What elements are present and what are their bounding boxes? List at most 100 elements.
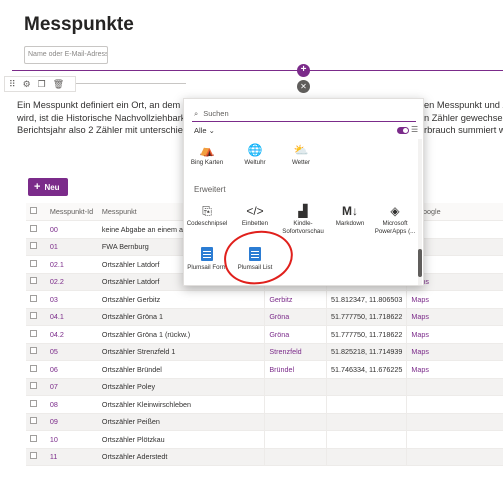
cell-id[interactable]: 00 xyxy=(45,220,98,239)
table-row[interactable]: 03 Ortszähler Gerbitz Gerbitz 51.812347, 11… xyxy=(26,290,503,309)
webpart-picker-panel: ⌕ Suchen Alle ⌄ ☰ ⛺ Bing Karten 🌐 Weltuh… xyxy=(183,98,424,286)
row-checkbox[interactable] xyxy=(26,273,46,291)
cell-maps-link[interactable]: Maps xyxy=(406,325,503,344)
tile-markdown[interactable]: M↓ Markdown xyxy=(327,203,373,228)
cell-messpunkt: Ortszähler Gröna 1 (rückw.) xyxy=(97,325,265,344)
intro-text-right: en Messpunkt und Za n Zähler gewechse rb… xyxy=(424,99,503,137)
row-checkbox[interactable] xyxy=(26,325,46,344)
table-row[interactable]: 10 Ortszähler Plötzkau xyxy=(26,430,503,449)
cell-coordinates xyxy=(325,395,407,414)
table-row[interactable]: 04.2 Ortszähler Gröna 1 (rückw.) Gröna 51.7… xyxy=(26,325,503,344)
table-row[interactable]: 08 Ortszähler Kleinwirschleben xyxy=(26,395,503,414)
delete-icon[interactable]: 🗑 xyxy=(53,79,64,90)
row-checkbox[interactable] xyxy=(26,360,46,379)
table-row[interactable]: 07 Ortszähler Poley xyxy=(26,378,503,396)
cell-ort[interactable]: Gröna xyxy=(264,308,327,326)
cell-maps-link[interactable] xyxy=(406,413,503,431)
cell-ort[interactable] xyxy=(264,430,327,449)
tile-bing-maps[interactable]: ⛺ Bing Karten xyxy=(184,142,230,167)
edit-settings-icon[interactable]: ⚙ xyxy=(23,79,31,90)
tile-label: Bing Karten xyxy=(190,159,224,166)
row-checkbox[interactable] xyxy=(26,430,46,449)
globe-clock-icon: 🌐 xyxy=(247,143,263,157)
tile-label: Markdown xyxy=(335,220,365,227)
cell-maps-link[interactable] xyxy=(406,395,503,414)
cell-ort[interactable]: Gerbitz xyxy=(264,290,327,309)
table-row[interactable]: 05 Ortszähler Strenzfeld 1 Strenzfeld 51.82… xyxy=(26,343,503,361)
table-row[interactable]: 11 Ortszähler Aderstedt xyxy=(26,448,503,466)
cell-id[interactable]: 07 xyxy=(45,378,98,396)
cell-id[interactable]: 05 xyxy=(45,343,98,361)
cell-id[interactable]: 02.2 xyxy=(45,273,98,291)
row-checkbox[interactable] xyxy=(26,378,46,396)
cell-maps-link[interactable]: Maps xyxy=(406,360,503,379)
cell-ort[interactable] xyxy=(264,413,327,431)
row-checkbox[interactable] xyxy=(26,395,46,414)
close-icon[interactable]: ✕ xyxy=(297,80,310,93)
cell-maps-link[interactable] xyxy=(406,430,503,449)
row-checkbox[interactable] xyxy=(26,448,46,466)
cell-ort[interactable]: Bründel xyxy=(264,360,327,379)
picker-filter-dropdown[interactable]: Alle ⌄ xyxy=(194,126,215,135)
tile-label: Plumsail Form xyxy=(187,264,227,271)
kindle-icon: ▟ xyxy=(298,204,308,218)
cell-id[interactable]: 01 xyxy=(45,238,98,256)
add-section-icon[interactable]: + xyxy=(297,64,310,77)
cell-id[interactable]: 02.1 xyxy=(45,255,98,274)
tile-embed[interactable]: </> Einbetten xyxy=(232,203,278,228)
cell-coordinates xyxy=(325,413,407,431)
cell-maps-link[interactable]: Maps xyxy=(406,343,503,361)
cell-id[interactable]: 08 xyxy=(45,395,98,414)
column-header-id[interactable]: Messpunkt-Id xyxy=(45,203,98,221)
table-row[interactable]: 09 Ortszähler Peißen xyxy=(26,413,503,431)
row-checkbox[interactable] xyxy=(26,238,46,256)
duplicate-icon[interactable]: ❐ xyxy=(38,79,46,90)
cell-maps-link[interactable] xyxy=(406,448,503,466)
picker-scrollbar-thumb[interactable] xyxy=(418,249,422,277)
table-row[interactable]: 04.1 Ortszähler Gröna 1 Gröna 51.777750, 11… xyxy=(26,308,503,326)
row-checkbox[interactable] xyxy=(26,220,46,239)
cell-ort[interactable]: Gröna xyxy=(264,325,327,344)
cell-messpunkt: Ortszähler Strenzfeld 1 xyxy=(97,343,265,361)
row-checkbox[interactable] xyxy=(26,343,46,361)
list-view-icon[interactable]: ☰ xyxy=(411,125,418,134)
cell-maps-link[interactable] xyxy=(406,378,503,396)
row-checkbox[interactable] xyxy=(26,413,46,431)
cell-id[interactable]: 03 xyxy=(45,290,98,309)
row-checkbox[interactable] xyxy=(26,290,46,309)
tile-weather[interactable]: ⛅ Wetter xyxy=(278,142,324,167)
table-row[interactable]: 06 Ortszähler Bründel Bründel 51.746334, 11… xyxy=(26,360,503,379)
tile-world-clock[interactable]: 🌐 Weltuhr xyxy=(232,142,278,167)
people-search-input[interactable]: Name oder E-Mail-Adress xyxy=(24,46,108,64)
view-toggle[interactable] xyxy=(397,127,409,134)
new-item-button[interactable]: + Neu xyxy=(28,178,68,196)
cell-messpunkt: Ortszähler Bründel xyxy=(97,360,265,379)
cell-id[interactable]: 11 xyxy=(45,448,98,466)
cell-messpunkt: Ortszähler Peißen xyxy=(97,413,265,431)
tile-label: Codeschnipsel xyxy=(186,220,228,227)
row-checkbox[interactable] xyxy=(26,255,46,274)
row-checkbox[interactable] xyxy=(26,308,46,326)
text-line: Ein Messpunkt definiert ein Ort, an dem … xyxy=(17,100,183,110)
picker-search-input[interactable]: ⌕ Suchen xyxy=(192,106,416,122)
cell-messpunkt: Ortszähler Aderstedt xyxy=(97,448,265,466)
embed-icon: </> xyxy=(246,204,264,218)
cell-maps-link[interactable]: Maps xyxy=(406,290,503,309)
cell-maps-link[interactable]: Maps xyxy=(406,308,503,326)
cell-id[interactable]: 06 xyxy=(45,360,98,379)
markdown-icon: M↓ xyxy=(342,204,358,218)
cell-id[interactable]: 04.2 xyxy=(45,325,98,344)
cell-id[interactable]: 04.1 xyxy=(45,308,98,326)
cell-ort[interactable]: Strenzfeld xyxy=(264,343,327,361)
cell-ort[interactable] xyxy=(264,395,327,414)
cell-ort[interactable] xyxy=(264,378,327,396)
cell-ort[interactable] xyxy=(264,448,327,466)
drag-handle-icon[interactable]: ⠿ xyxy=(9,79,16,90)
tile-powerapps[interactable]: ◈ Microsoft PowerApps (... xyxy=(372,203,418,235)
cell-id[interactable]: 09 xyxy=(45,413,98,431)
cell-id[interactable]: 10 xyxy=(45,430,98,449)
select-all-checkbox[interactable] xyxy=(26,203,46,221)
picker-search-placeholder: Suchen xyxy=(203,109,229,118)
tile-code-snippet[interactable]: ⎘ Codeschnipsel xyxy=(184,203,230,228)
tile-kindle-preview[interactable]: ▟ Kindle-Sofortvorschau xyxy=(280,203,326,235)
